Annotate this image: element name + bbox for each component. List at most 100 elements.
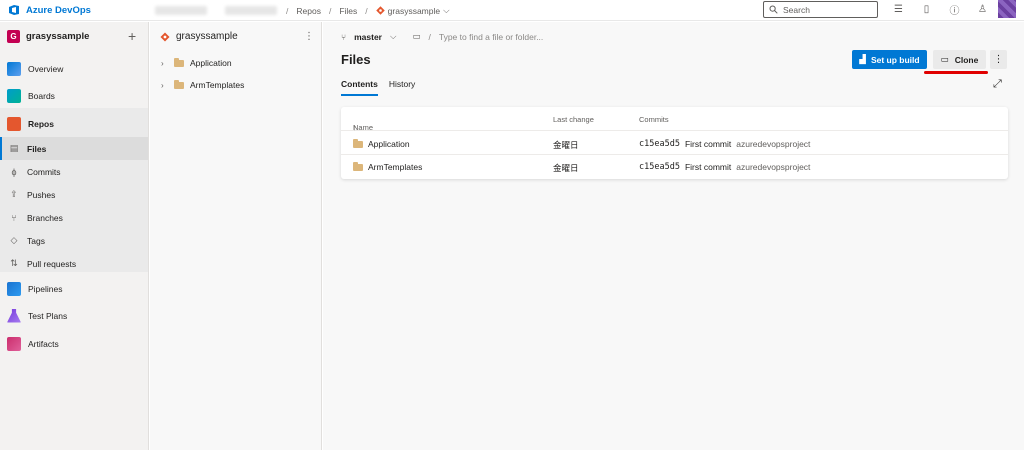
search-input[interactable]: Search <box>763 1 878 18</box>
nav-repos[interactable]: Repos <box>0 112 148 135</box>
overview-icon <box>7 61 21 76</box>
tree-item-label: Application <box>190 58 232 68</box>
row-commit-message: First commit <box>684 139 732 149</box>
row-last-change: 金曜日 <box>553 163 579 173</box>
breadcrumb-repos[interactable]: Repos <box>296 6 321 16</box>
list-icon[interactable]: ☰ <box>892 3 905 16</box>
build-icon: ▟ <box>859 54 866 64</box>
artifacts-icon <box>7 336 21 351</box>
nav-artifacts-label: Artifacts <box>28 338 59 349</box>
set-up-build-label: Set up build <box>870 54 920 65</box>
row-commit-author: azuredevopsproject <box>736 162 811 172</box>
tab-bar: Contents History <box>341 79 415 96</box>
user-settings-icon[interactable]: ♙ <box>976 3 989 16</box>
nav-branches[interactable]: ⑂ Branches <box>0 206 148 229</box>
sort-arrow-icon: ↑ <box>353 123 357 132</box>
nav-repos-label: Repos <box>28 118 54 129</box>
monitor-icon: ▭ <box>940 54 949 64</box>
help-icon[interactable]: ⓘ <box>948 3 961 17</box>
branch-selector[interactable]: master <box>354 32 382 42</box>
pull-request-icon: ⇅ <box>10 258 18 268</box>
blurred-organization <box>155 6 207 15</box>
chevron-right-icon[interactable]: › <box>161 59 168 68</box>
nav-overview[interactable]: Overview <box>0 57 148 80</box>
table-row[interactable]: ArmTemplates 金曜日 c15ea5d5 First commit a… <box>341 155 1008 178</box>
nav-commits-label: Commits <box>27 166 61 177</box>
nav-pushes-label: Pushes <box>27 189 56 200</box>
column-last-change[interactable]: Last change <box>553 115 594 124</box>
tree-item[interactable]: › ArmTemplates <box>161 79 245 90</box>
nav-files[interactable]: ▤ Files <box>0 137 148 160</box>
nav-pipelines[interactable]: Pipelines <box>0 277 148 300</box>
git-repo-icon <box>375 6 385 15</box>
breadcrumb: / Repos / Files / grasyssample ⌵ <box>286 5 450 16</box>
tree-item[interactable]: › Application <box>161 57 232 68</box>
tab-history[interactable]: History <box>389 79 415 96</box>
nav-pushes[interactable]: ⇪ Pushes <box>0 183 148 206</box>
main-content: ⑂ master ⌵ ▭ / Type to find a file or fo… <box>323 22 1024 450</box>
brand[interactable]: Azure DevOps <box>8 4 91 16</box>
row-commit-hash[interactable]: c15ea5d5 <box>639 162 680 172</box>
nav-commits[interactable]: ϕ Commits <box>0 160 148 183</box>
folder-icon <box>174 79 184 89</box>
folder-icon <box>353 161 363 171</box>
project-header[interactable]: G grasyssample <box>7 30 89 43</box>
file-icon: ▤ <box>9 143 19 153</box>
boards-icon <box>7 88 21 103</box>
expand-icon[interactable]: ⤢ <box>993 78 1002 91</box>
nav-artifacts[interactable]: Artifacts <box>0 332 148 355</box>
clipboard-icon[interactable]: ▯ <box>920 3 933 16</box>
tree-repo-header[interactable]: grasyssample <box>160 31 238 42</box>
add-icon[interactable]: + <box>128 28 136 44</box>
page-title: Files <box>341 52 371 67</box>
more-options-icon[interactable]: ⋮ <box>304 31 314 42</box>
nav-pull-requests-label: Pull requests <box>27 258 77 269</box>
nav-files-label: Files <box>27 143 47 154</box>
file-tree-panel: grasyssample ⋮ › Application › ArmTempla… <box>150 22 322 450</box>
clone-button[interactable]: ▭ Clone <box>933 50 986 69</box>
nav-boards-label: Boards <box>28 90 55 101</box>
folder-icon <box>353 138 363 148</box>
nav-pull-requests[interactable]: ⇅ Pull requests <box>0 252 148 275</box>
path-input[interactable]: Type to find a file or folder... <box>439 32 543 42</box>
test-plans-icon <box>7 308 21 323</box>
table-row[interactable]: Application 金曜日 c15ea5d5 First commit az… <box>341 132 1008 155</box>
tag-icon: ◇ <box>10 235 18 245</box>
tree-repo-name: grasyssample <box>176 31 238 42</box>
breadcrumb-repo[interactable]: grasyssample ⌵ <box>375 5 450 16</box>
nav-tags[interactable]: ◇ Tags <box>0 229 148 252</box>
row-name[interactable]: ArmTemplates <box>368 162 422 172</box>
avatar[interactable] <box>998 0 1016 18</box>
annotation-underline <box>924 71 988 74</box>
clone-label: Clone <box>954 54 979 65</box>
branch-icon: ⑂ <box>341 31 347 42</box>
chevron-right-icon[interactable]: › <box>161 81 168 90</box>
project-name: grasyssample <box>26 31 90 42</box>
nav-branches-label: Branches <box>27 212 63 223</box>
table-header: Name ↑ Last change Commits <box>341 107 1008 132</box>
nav-boards[interactable]: Boards <box>0 84 148 107</box>
tab-contents[interactable]: Contents <box>341 79 378 96</box>
app-name: Azure DevOps <box>26 4 91 16</box>
folder-icon <box>174 57 184 67</box>
nav-test-plans[interactable]: Test Plans <box>0 304 148 327</box>
breadcrumb-repo-label: grasyssample <box>387 5 441 16</box>
blurred-project <box>225 6 277 15</box>
breadcrumb-files[interactable]: Files <box>339 6 357 16</box>
top-icons: ☰ ▯ ⓘ ♙ <box>892 3 989 17</box>
folder-outline-icon: ▭ <box>412 31 421 41</box>
nav-test-plans-label: Test Plans <box>28 310 68 321</box>
files-table: Name ↑ Last change Commits Application 金… <box>341 107 1008 179</box>
set-up-build-button[interactable]: ▟ Set up build <box>852 50 927 69</box>
row-name[interactable]: Application <box>368 139 410 149</box>
tree-item-label: ArmTemplates <box>190 80 245 90</box>
pipelines-icon <box>7 281 21 296</box>
chevron-down-icon[interactable]: ⌵ <box>390 31 396 42</box>
more-actions-button[interactable]: ⋮ <box>990 50 1007 69</box>
nav-overview-label: Overview <box>28 63 64 74</box>
path-separator: / <box>428 31 431 42</box>
push-icon: ⇪ <box>10 189 18 199</box>
column-commits[interactable]: Commits <box>639 115 669 124</box>
left-navigation: G grasyssample + Overview Boards Repos ▤… <box>0 22 149 450</box>
row-commit-hash[interactable]: c15ea5d5 <box>639 139 680 149</box>
